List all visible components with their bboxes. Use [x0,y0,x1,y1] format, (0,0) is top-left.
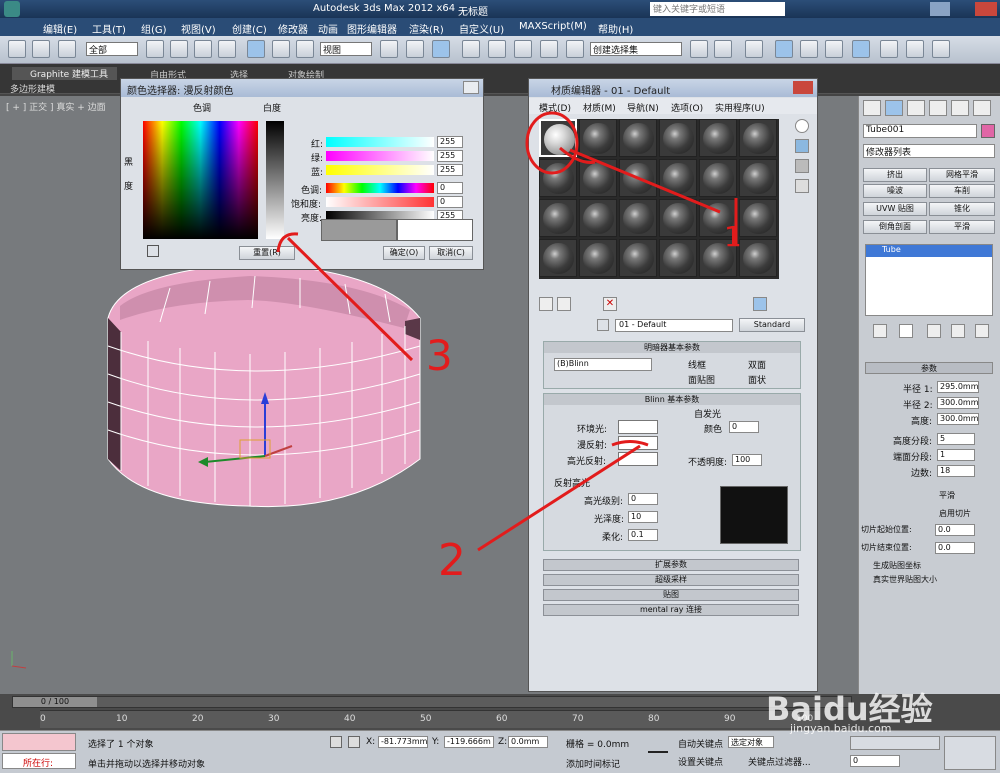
key-filters-button[interactable]: 关键点过滤器... [748,755,811,768]
lock-selection-icon[interactable] [330,736,342,748]
annotation-overlay: 1 2 3 [276,111,742,586]
annotation-1: 1 [724,220,742,253]
watermark: Baidu经验 jingyan.baidu.com [760,676,980,736]
add-time-tag[interactable]: 添加时间标记 [566,757,620,770]
tick-30: 30 [268,714,280,724]
grid-size: 栅格 = 0.0mm [566,740,630,750]
y-label: Y: [432,737,440,747]
annotation-3: 3 [426,331,453,380]
current-frame-field[interactable]: 0 [850,755,900,767]
auto-key-button[interactable]: 自动关键点 [678,737,723,750]
time-slider-thumb[interactable]: 0 / 100 [13,697,97,707]
selection-status: 选择了 1 个对象 [88,740,154,750]
tick-20: 20 [192,714,204,724]
z-label: Z: [498,737,508,747]
key-icon[interactable] [648,743,668,753]
selected-dropdown[interactable]: 选定对象 [728,736,774,748]
play-controls[interactable] [850,736,940,750]
tick-70: 70 [572,714,584,724]
absolute-mode-icon[interactable] [348,736,360,748]
tick-60: 60 [496,714,508,724]
tick-40: 40 [344,714,356,724]
set-key-button[interactable]: 设置关键点 [678,755,723,768]
tick-50: 50 [420,714,432,724]
annotation-2: 2 [438,535,466,586]
tick-90: 90 [724,714,736,724]
running-label: 所在行: [2,753,76,769]
track-bar[interactable]: 0 10 20 30 40 50 60 70 80 90 100 [40,710,820,728]
time-slider[interactable]: 0 / 100 [12,696,852,708]
maxscript-listener[interactable] [2,733,76,751]
x-label: X: [366,737,376,747]
z-coordinate[interactable]: 0.0mm [508,736,548,748]
tick-0: 0 [40,714,46,724]
tick-80: 80 [648,714,660,724]
viewport-nav-controls[interactable] [944,736,996,770]
tick-10: 10 [116,714,128,724]
x-coordinate[interactable]: -81.773mm [378,736,428,748]
status-bar: 所在行: 选择了 1 个对象 单击并拖动以选择并移动对象 X: -81.773m… [0,730,1000,773]
prompt-status: 单击并拖动以选择并移动对象 [88,760,206,770]
watermark-url: jingyan.baidu.com [790,722,892,735]
y-coordinate[interactable]: -119.666m [444,736,494,748]
